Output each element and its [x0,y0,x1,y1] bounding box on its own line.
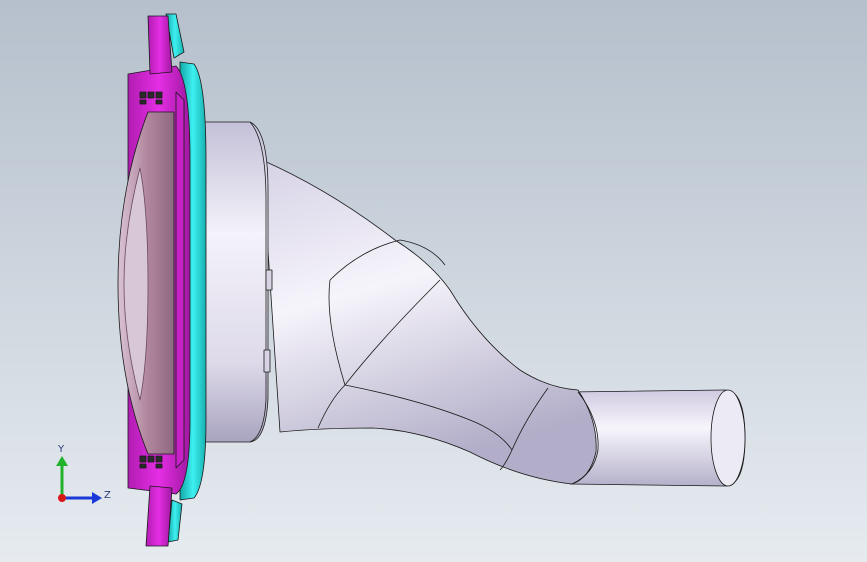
flange-inner-lip [175,91,185,469]
main-cylinder-housing[interactable] [199,121,269,443]
triad-z-label: Z [104,490,111,501]
triad-x-origin [58,494,66,502]
flange-top-ear[interactable] [147,15,173,75]
triad-y-label: Y [57,444,65,455]
flange-bottom-ear[interactable] [145,485,173,547]
model-canvas[interactable]: Y Z [0,0,867,562]
outlet-tube-end-face[interactable] [710,389,746,487]
cylinder-small-feature-top [265,269,273,291]
graphics-viewport[interactable]: Y Z [0,0,867,562]
cylinder-small-feature-bottom [263,349,271,373]
